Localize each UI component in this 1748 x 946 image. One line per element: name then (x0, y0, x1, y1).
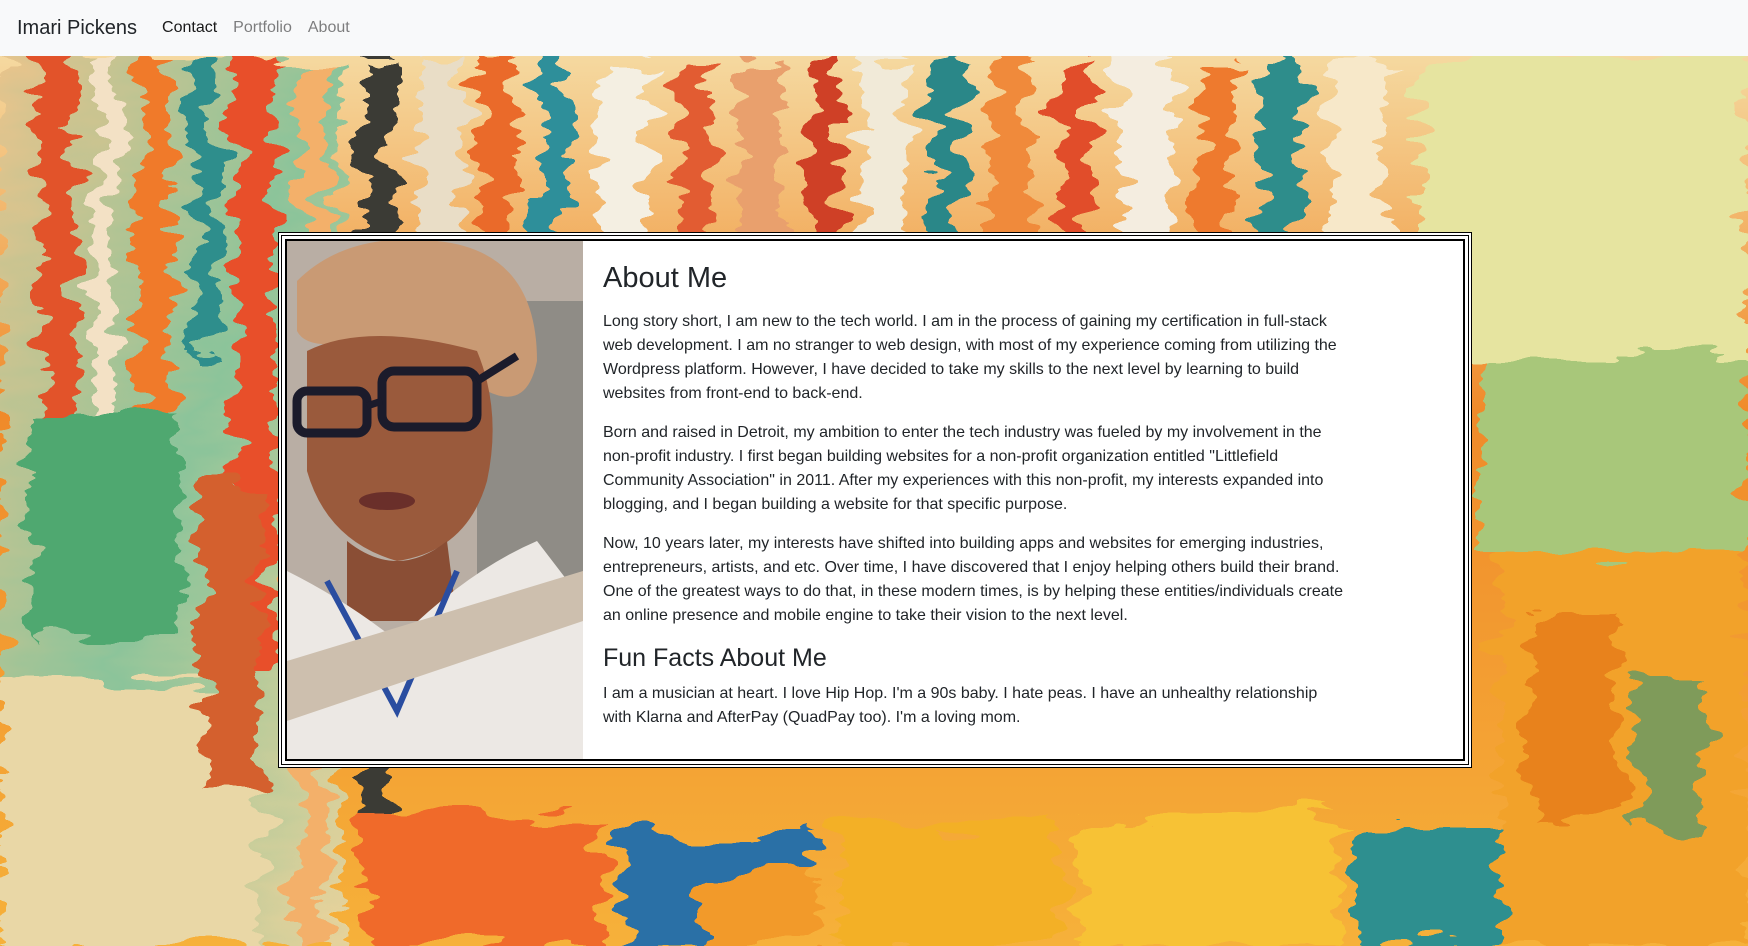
brand-link[interactable]: Imari Pickens (17, 17, 137, 40)
nav-link-portfolio[interactable]: Portfolio (233, 19, 292, 37)
nav-link-about[interactable]: About (308, 19, 350, 37)
about-card: About Me Long story short, I am new to t… (278, 232, 1472, 768)
about-paragraph-3: Now, 10 years later, my interests have s… (603, 534, 1343, 624)
navbar: Imari Pickens Contact Portfolio About (0, 0, 1748, 56)
about-heading: About Me (603, 262, 728, 294)
about-paragraph-2: Born and raised in Detroit, my ambition … (603, 423, 1324, 513)
about-paragraph-1: Long story short, I am new to the tech w… (603, 312, 1337, 402)
profile-photo (287, 241, 583, 759)
nav-link-contact[interactable]: Contact (162, 19, 217, 37)
about-content: About Me Long story short, I am new to t… (583, 241, 1463, 759)
about-card-inner: About Me Long story short, I am new to t… (285, 239, 1465, 761)
fun-facts-text: I am a musician at heart. I love Hip Hop… (603, 684, 1318, 726)
profile-photo-graphic (287, 241, 583, 759)
fun-facts-heading: Fun Facts About Me (603, 643, 827, 672)
